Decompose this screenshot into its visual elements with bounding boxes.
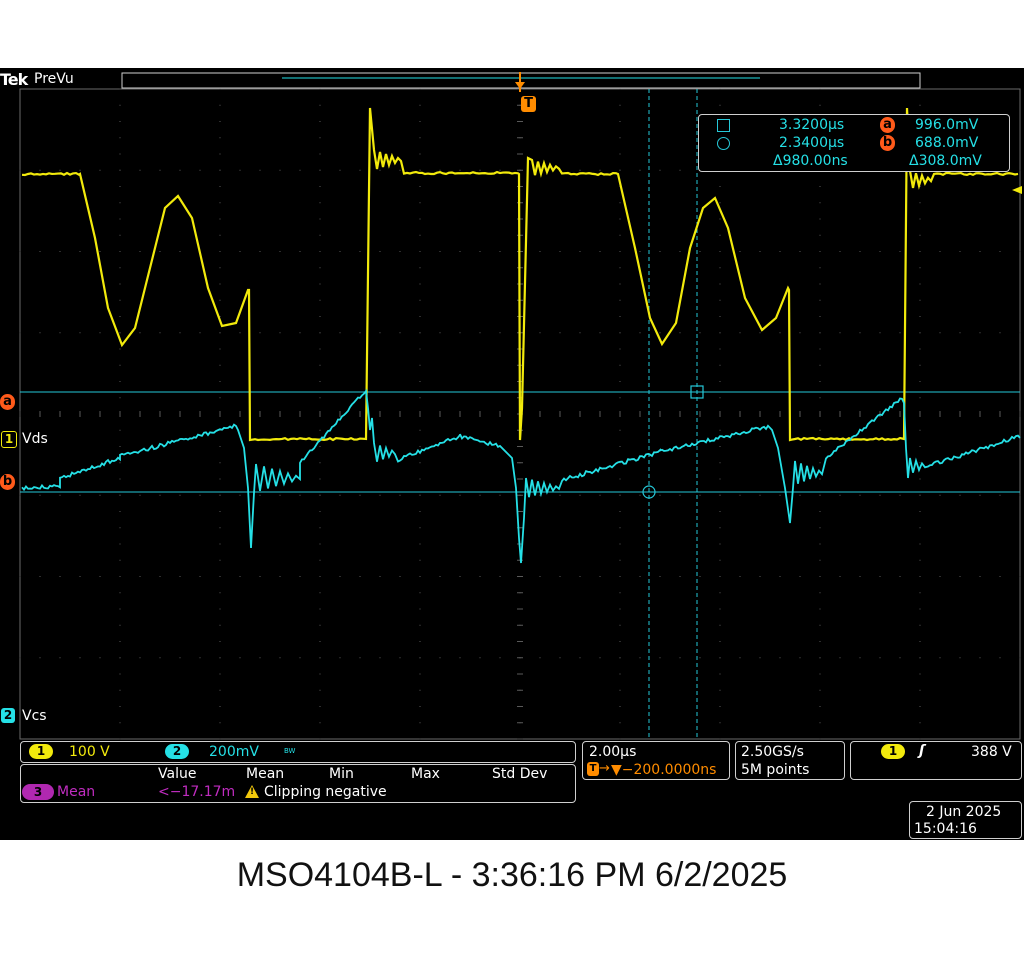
cursor2-time: 2.3400µs xyxy=(779,136,844,150)
trigger-badge[interactable]: T xyxy=(521,96,536,112)
meas-value: <−17.17m xyxy=(158,785,235,799)
ch2-scale-badge: 2 xyxy=(165,744,189,759)
measurement-panel[interactable]: Value Mean Min Max Std Dev 3 Mean <−17.1… xyxy=(20,764,576,803)
brand-logo: Tek xyxy=(0,72,27,88)
trigger-level: 388 V xyxy=(971,745,1012,759)
time: 15:04:16 xyxy=(914,822,977,836)
meas-row-1[interactable]: 3 Mean <−17.17m xyxy=(22,784,252,800)
trigger-delay-badge: T xyxy=(587,762,599,776)
date: 2 Jun 2025 xyxy=(926,805,1001,819)
oscilloscope-screen: Tek PreVu T 3.3200µs a 996.0mV 2.3400µs … xyxy=(0,68,1024,840)
cursor1-time: 3.3200µs xyxy=(779,118,844,132)
trigger-delay: ▼−200.0000ns xyxy=(611,763,716,777)
image-caption: MSO4104B-L - 3:36:16 PM 6/2/2025 xyxy=(0,856,1024,895)
delay-arrow-icon: → xyxy=(599,762,610,775)
meas-header-max: Max xyxy=(411,767,440,781)
meas-header-min: Min xyxy=(329,767,354,781)
timebase-scale: 2.00µs xyxy=(589,745,636,759)
timebase-panel[interactable]: 2.00µs T → ▼−200.0000ns xyxy=(582,741,730,780)
acquisition-panel[interactable]: 2.50GS/s 5M points xyxy=(735,741,845,780)
ch1-scale: 100 V xyxy=(69,745,110,759)
channel-scale-bar[interactable]: 1 100 V 2 200mV BW xyxy=(20,741,576,763)
meas-label: Mean xyxy=(57,785,95,799)
sample-rate: 2.50GS/s xyxy=(741,745,804,759)
trigger-source-badge: 1 xyxy=(881,744,905,759)
cursor-b-badge: b xyxy=(880,135,895,151)
bandwidth-limit-icon: BW xyxy=(284,748,295,755)
ch1-label: Vds xyxy=(22,432,48,446)
warning-icon-mark: ! xyxy=(250,788,254,797)
trigger-level-arrow[interactable] xyxy=(1012,186,1022,194)
meas-header-mean: Mean xyxy=(246,767,284,781)
ch1-scale-badge: 1 xyxy=(29,744,53,759)
meas-header-value: Value xyxy=(158,767,196,781)
ch2-ground-marker[interactable]: 2 xyxy=(1,708,15,723)
cursor-a-marker[interactable]: a xyxy=(0,394,15,410)
delta-voltage: Δ308.0mV xyxy=(909,154,982,168)
cursor-a-voltage: 996.0mV xyxy=(915,118,978,132)
math-badge: 3 xyxy=(22,784,54,800)
acquisition-mode: PreVu xyxy=(34,72,74,86)
delta-time: Δ980.00ns xyxy=(773,154,848,168)
cursor-b-marker[interactable]: b xyxy=(0,474,15,490)
warning-text: Clipping negative xyxy=(264,785,387,799)
trigger-panel[interactable]: 1 ʃ 388 V xyxy=(850,741,1022,780)
record-length: 5M points xyxy=(741,763,809,777)
square-cursor-icon xyxy=(717,119,730,132)
waveform-display xyxy=(0,68,1024,840)
circle-cursor-icon xyxy=(717,137,730,150)
rising-edge-icon: ʃ xyxy=(919,744,925,758)
ch2-scale: 200mV xyxy=(209,745,259,759)
datetime-panel: 2 Jun 2025 15:04:16 xyxy=(909,801,1022,839)
cursor-readout-panel[interactable]: 3.3200µs a 996.0mV 2.3400µs b 688.0mV Δ9… xyxy=(698,114,1010,172)
cursor-a-badge: a xyxy=(880,117,895,133)
cursor-b-voltage: 688.0mV xyxy=(915,136,978,150)
ch1-ground-marker[interactable]: 1 xyxy=(1,431,17,448)
meas-header-stddev: Std Dev xyxy=(492,767,547,781)
ch2-label: Vcs xyxy=(22,709,47,723)
